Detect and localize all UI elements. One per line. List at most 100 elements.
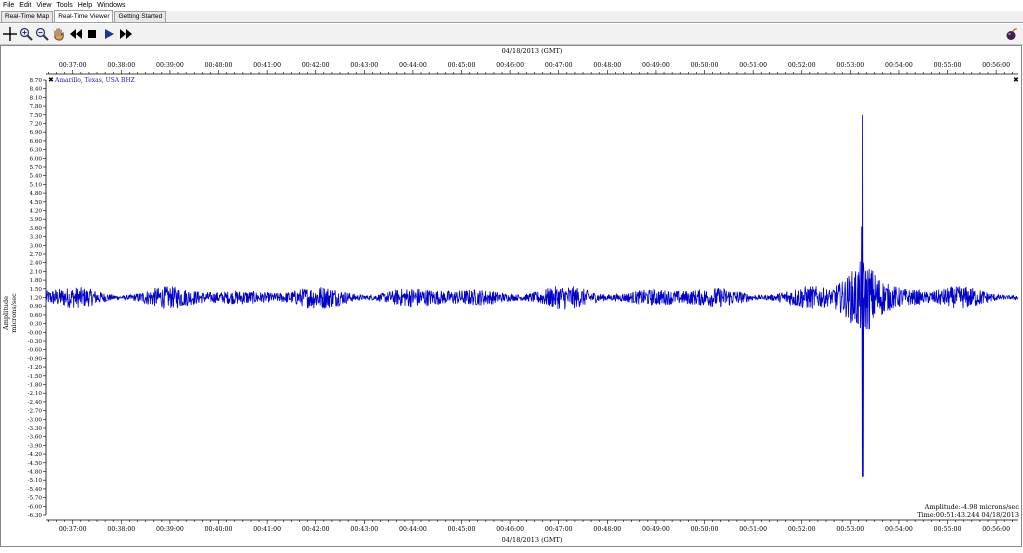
tab-real-time-map[interactable]: Real-Time Map	[1, 11, 54, 22]
y-tick-label: -0.60	[28, 348, 43, 354]
y-tick-label: -4.80	[28, 470, 43, 476]
y-tick-label: 6.90	[30, 130, 43, 136]
y-tick-label: -4.20	[28, 452, 43, 458]
y-tick-label: -0.30	[28, 339, 43, 345]
y-tick-label: 0.60	[30, 313, 43, 319]
x-tick-label-bottom: 00:51:00	[739, 526, 767, 533]
x-tick-label-top: 00:43:00	[350, 62, 378, 69]
x-tick-label-top: 00:51:00	[739, 62, 767, 69]
y-tick-label: -0.00	[28, 330, 43, 336]
menu-edit[interactable]: Edit	[19, 0, 31, 11]
zoom-in-icon[interactable]	[18, 26, 34, 42]
x-tick-label-top: 00:37:00	[59, 62, 87, 69]
menu-view[interactable]: View	[36, 0, 51, 11]
y-tick-label: 0.90	[30, 304, 43, 310]
y-tick-label: -6.00	[28, 504, 43, 510]
tab-real-time-viewer[interactable]: Real-Time Viewer	[54, 10, 114, 22]
x-tick-label-top: 00:48:00	[593, 62, 621, 69]
x-tick-label-top: 00:53:00	[836, 62, 864, 69]
x-tick-label-bottom: 00:39:00	[156, 526, 184, 533]
y-tick-label: -6.30	[28, 513, 43, 519]
x-tick-label-top: 00:49:00	[642, 62, 670, 69]
x-tick-label-bottom: 00:38:00	[107, 526, 135, 533]
y-tick-label: 8.70	[30, 78, 43, 84]
x-tick-label-bottom: 00:46:00	[496, 526, 524, 533]
y-tick-label: 2.40	[30, 261, 43, 267]
y-tick-label: -4.50	[28, 461, 43, 467]
y-tick-label: 8.40	[30, 87, 43, 93]
menu-bar: File Edit View Tools Help Windows	[0, 0, 1023, 11]
x-tick-label-top: 00:50:00	[691, 62, 719, 69]
y-tick-label: -3.90	[28, 443, 43, 449]
stop-icon[interactable]	[84, 26, 100, 42]
y-tick-label: 7.80	[30, 104, 43, 110]
rewind-icon[interactable]	[68, 26, 84, 42]
x-tick-label-bottom: 00:48:00	[593, 526, 621, 533]
y-tick-label: -2.70	[28, 409, 43, 415]
y-tick-label: 6.60	[30, 139, 43, 145]
tab-bar: Real-Time Map Real-Time Viewer Getting S…	[0, 10, 1023, 23]
play-icon[interactable]	[101, 26, 117, 42]
x-tick-label-top: 00:40:00	[205, 62, 233, 69]
y-tick-label: -3.60	[28, 435, 43, 441]
y-tick-label: 7.20	[30, 122, 43, 128]
crosshair-icon[interactable]	[2, 26, 18, 42]
y-tick-label: 4.80	[30, 191, 43, 197]
x-tick-label-bottom: 00:56:00	[982, 526, 1010, 533]
y-tick-label: 5.10	[30, 182, 43, 188]
zoom-out-icon[interactable]	[34, 26, 50, 42]
x-tick-label-bottom: 00:40:00	[205, 526, 233, 533]
seismogram-chart[interactable]: 04/18/2013 (GMT) 04/18/2013 (GMT) 00:37:…	[0, 45, 1023, 548]
x-tick-label-bottom: 00:41:00	[253, 526, 281, 533]
y-tick-label: 5.70	[30, 165, 43, 171]
y-tick-label: 0.30	[30, 322, 43, 328]
date-label-top: 04/18/2013 (GMT)	[502, 47, 563, 55]
close-trace-icon-left[interactable]: ✖	[48, 76, 54, 84]
y-tick-label: -2.40	[28, 400, 43, 406]
x-tick-label-bottom: 00:50:00	[691, 526, 719, 533]
x-tick-label-top: 00:56:00	[982, 62, 1010, 69]
y-tick-label: 3.90	[30, 217, 43, 223]
x-tick-label-top: 00:42:00	[302, 62, 330, 69]
time-readout: Time:00:51:43.244 04/18/2013	[917, 511, 1019, 519]
x-tick-label-top: 00:55:00	[934, 62, 962, 69]
y-tick-label: 3.00	[30, 243, 43, 249]
y-tick-label: 5.40	[30, 174, 43, 180]
bomb-icon[interactable]	[1003, 26, 1019, 42]
x-tick-label-bottom: 00:44:00	[399, 526, 427, 533]
y-tick-label: 7.50	[30, 113, 43, 119]
y-tick-label: 4.50	[30, 200, 43, 206]
x-tick-label-top: 00:52:00	[788, 62, 816, 69]
y-tick-label: -1.20	[28, 365, 43, 371]
x-tick-label-bottom: 00:49:00	[642, 526, 670, 533]
y-tick-label: -1.50	[28, 374, 43, 380]
menu-file[interactable]: File	[3, 0, 14, 11]
y-tick-label: 2.10	[30, 269, 43, 275]
pan-hand-icon[interactable]	[51, 26, 67, 42]
x-tick-label-top: 00:46:00	[496, 62, 524, 69]
x-tick-label-bottom: 00:53:00	[836, 526, 864, 533]
y-tick-label: 6.00	[30, 156, 43, 162]
y-tick-label: 1.20	[30, 296, 43, 302]
x-tick-label-top: 00:54:00	[885, 62, 913, 69]
y-tick-label: -3.00	[28, 417, 43, 423]
y-tick-label: 8.10	[30, 95, 43, 101]
close-trace-icon-right[interactable]: ✖	[1013, 76, 1019, 84]
y-tick-label: 4.20	[30, 209, 43, 215]
y-tick-label: 1.80	[30, 278, 43, 284]
fast-forward-icon[interactable]	[118, 26, 134, 42]
y-tick-label: -5.10	[28, 478, 43, 484]
x-tick-label-top: 00:44:00	[399, 62, 427, 69]
tab-getting-started[interactable]: Getting Started	[114, 11, 167, 22]
station-label: Amarillo, Texas, USA BHZ	[54, 77, 135, 84]
x-tick-label-top: 00:41:00	[253, 62, 281, 69]
x-tick-label-top: 00:45:00	[448, 62, 476, 69]
y-tick-label: -3.30	[28, 426, 43, 432]
y-tick-label: 1.50	[30, 287, 43, 293]
y-axis-label: Amplitude	[2, 296, 10, 331]
x-tick-label-bottom: 00:37:00	[59, 526, 87, 533]
y-tick-label: 2.70	[30, 252, 43, 258]
y-axis-unit: microns/sec	[10, 293, 18, 333]
x-tick-label-bottom: 00:47:00	[545, 526, 573, 533]
date-label-bottom: 04/18/2013 (GMT)	[502, 536, 563, 544]
